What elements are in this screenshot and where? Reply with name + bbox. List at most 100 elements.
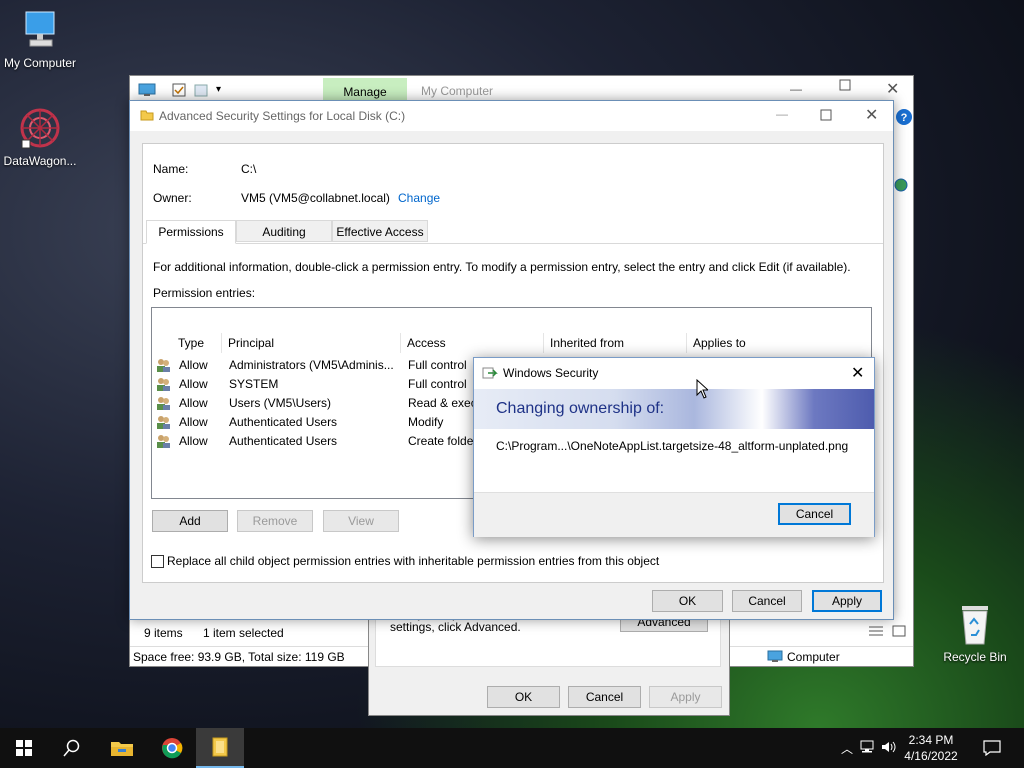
taskbar-folder-window[interactable] xyxy=(196,728,244,768)
computer-icon xyxy=(767,650,783,667)
replace-child-permissions-label[interactable]: Replace all child object permission entr… xyxy=(167,554,659,568)
column-header-applies-to[interactable]: Applies to xyxy=(687,333,871,353)
desktop-icon-recycle-bin[interactable]: Recycle Bin xyxy=(935,602,1015,664)
search-icon xyxy=(63,739,80,757)
desktop-icon-label: Recycle Bin xyxy=(943,650,1007,664)
properties-ok-button[interactable]: OK xyxy=(487,686,560,708)
show-hidden-icons-icon[interactable]: ︿ xyxy=(838,740,856,757)
maximize-icon[interactable] xyxy=(820,109,832,124)
replace-child-permissions-checkbox[interactable] xyxy=(151,555,164,568)
status-selection: 1 item selected xyxy=(203,626,284,640)
changing-ownership-heading: Changing ownership of: xyxy=(496,400,665,417)
network-icon[interactable] xyxy=(856,740,878,757)
new-folder-icon[interactable] xyxy=(194,83,208,100)
desktop-icon-my-computer[interactable]: My Computer xyxy=(0,10,80,70)
location-label: Computer xyxy=(787,650,840,664)
users-icon xyxy=(155,433,171,455)
status-item-count: 9 items xyxy=(144,626,183,640)
file-explorer-icon xyxy=(111,742,133,756)
close-icon[interactable]: ✕ xyxy=(865,105,878,125)
entry-principal: Users (VM5\Users) xyxy=(229,396,332,410)
security-shield-icon xyxy=(482,366,498,383)
desktop-icon-label: DataWagon... xyxy=(3,154,77,168)
notification-icon xyxy=(983,740,1001,756)
entry-principal: Authenticated Users xyxy=(229,434,338,448)
start-button[interactable] xyxy=(0,728,48,768)
current-file-path: C:\Program...\OneNoteAppList.targetsize-… xyxy=(496,439,849,453)
entry-type: Allow xyxy=(179,415,208,429)
tab-strip: Permissions Auditing Effective Access xyxy=(143,220,883,244)
owner-value: VM5 (VM5@collabnet.local) xyxy=(241,191,390,205)
properties-icon[interactable] xyxy=(172,83,186,100)
view-button[interactable]: View xyxy=(323,510,399,532)
list-header: Type Principal Access Inherited from App… xyxy=(152,333,871,353)
remove-button[interactable]: Remove xyxy=(237,510,313,532)
chrome-icon xyxy=(162,738,183,759)
maximize-icon[interactable] xyxy=(839,79,851,94)
name-value: C:\ xyxy=(241,162,257,176)
desktop-icon-datawagon[interactable]: DataWagon... xyxy=(0,106,80,168)
entry-type: Allow xyxy=(179,358,208,372)
taskbar-file-explorer[interactable] xyxy=(98,728,146,768)
dialog-title: Advanced Security Settings for Local Dis… xyxy=(159,109,406,123)
mouse-cursor-icon xyxy=(696,378,710,402)
system-tray: ︿ xyxy=(838,728,900,768)
name-label: Name: xyxy=(153,162,189,176)
permission-entries-label: Permission entries: xyxy=(153,286,256,300)
close-icon[interactable]: ✕ xyxy=(886,79,899,99)
entry-principal: Administrators (VM5\Adminis... xyxy=(229,358,394,372)
column-header-access[interactable]: Access xyxy=(401,333,544,353)
close-icon[interactable]: ✕ xyxy=(851,363,864,383)
quick-access-dropdown-icon[interactable]: ▾ xyxy=(216,84,221,95)
cancel-button[interactable]: Cancel xyxy=(732,590,802,612)
entry-type: Allow xyxy=(179,396,208,410)
globe-icon xyxy=(894,178,908,195)
advanced-security-titlebar: Advanced Security Settings for Local Dis… xyxy=(130,101,893,131)
entry-type: Allow xyxy=(179,434,208,448)
taskbar-chrome[interactable] xyxy=(148,728,196,768)
security-dialog-title: Windows Security xyxy=(503,366,599,380)
entry-principal: SYSTEM xyxy=(229,377,279,391)
taskbar: ︿ 2:34 PM 4/16/2022 xyxy=(0,728,1024,768)
windows-logo-icon xyxy=(16,740,32,756)
ok-button[interactable]: OK xyxy=(652,590,723,612)
entry-principal: Authenticated Users xyxy=(229,415,338,429)
folder-icon xyxy=(212,737,228,757)
entry-type: Allow xyxy=(179,377,208,391)
properties-cancel-button[interactable]: Cancel xyxy=(568,686,641,708)
folder-icon xyxy=(140,109,154,124)
svg-text:?: ? xyxy=(901,112,908,124)
help-icon[interactable]: ? xyxy=(895,108,913,129)
column-header-principal[interactable]: Principal xyxy=(222,333,401,353)
action-center-button[interactable] xyxy=(968,728,1016,768)
column-header-inherited-from[interactable]: Inherited from xyxy=(544,333,687,353)
explorer-title: My Computer xyxy=(421,84,494,98)
column-header-type[interactable]: Type xyxy=(172,333,222,353)
computer-icon xyxy=(138,83,156,100)
progress-banner: Changing ownership of: xyxy=(474,389,874,429)
properties-apply-button[interactable]: Apply xyxy=(649,686,722,708)
large-icons-view-icon[interactable] xyxy=(892,625,906,640)
tab-effective-access[interactable]: Effective Access xyxy=(332,220,428,242)
apply-button[interactable]: Apply xyxy=(812,590,882,612)
add-button[interactable]: Add xyxy=(152,510,228,532)
taskbar-clock[interactable]: 2:34 PM 4/16/2022 xyxy=(896,732,966,764)
security-cancel-button[interactable]: Cancel xyxy=(778,503,851,525)
desktop-icon-label: My Computer xyxy=(3,56,77,70)
clock-date: 4/16/2022 xyxy=(904,749,958,763)
minimize-icon[interactable]: — xyxy=(790,82,802,96)
owner-label: Owner: xyxy=(153,191,192,205)
computer-icon xyxy=(18,10,62,52)
recycle-bin-icon xyxy=(955,602,995,646)
security-dialog-footer: Cancel xyxy=(474,492,874,537)
space-info: Space free: 93.9 GB, Total size: 119 GB xyxy=(133,650,345,664)
windows-security-dialog: Windows Security ✕ Changing ownership of… xyxy=(473,357,875,537)
tab-permissions[interactable]: Permissions xyxy=(146,220,236,244)
change-owner-link[interactable]: Change xyxy=(398,191,440,205)
minimize-icon[interactable]: — xyxy=(776,107,788,121)
permissions-info-text: For additional information, double-click… xyxy=(153,260,851,274)
search-button[interactable] xyxy=(48,728,96,768)
datawagon-icon xyxy=(18,106,62,150)
tab-auditing[interactable]: Auditing xyxy=(236,220,332,242)
details-view-icon[interactable] xyxy=(868,625,884,640)
